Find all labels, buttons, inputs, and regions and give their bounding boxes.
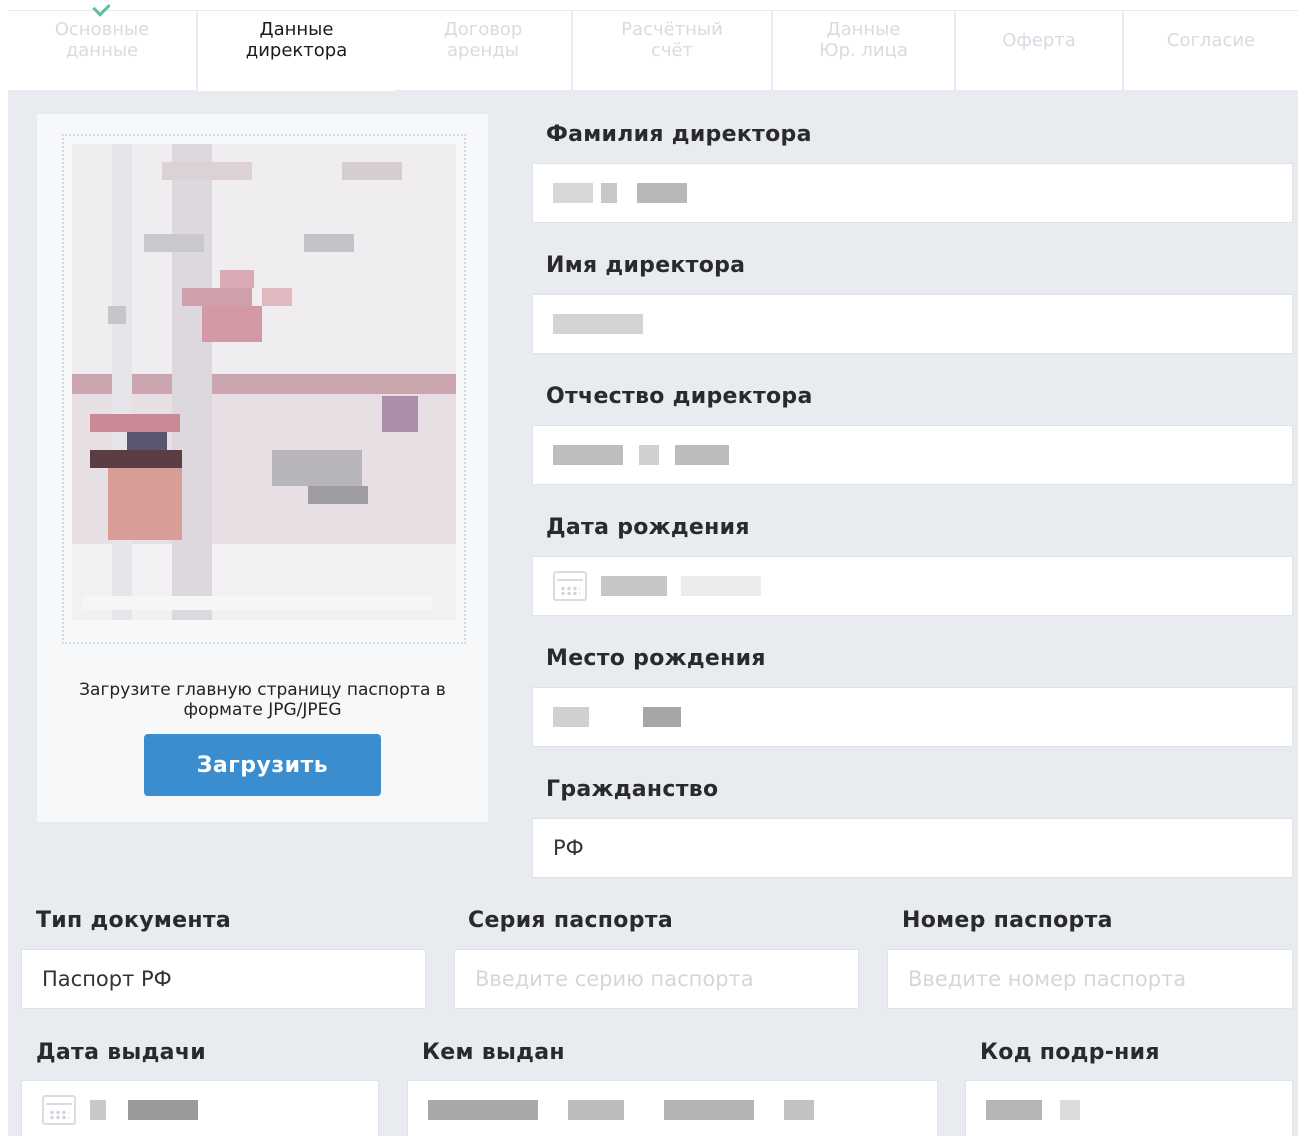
calendar-icon[interactable]: [553, 571, 587, 601]
birth-place-input[interactable]: [532, 687, 1293, 747]
passport-series-label: Серия паспорта: [468, 908, 673, 933]
tab-label: Оферта: [1002, 29, 1076, 51]
citizenship-label: Гражданство: [546, 777, 719, 802]
doc-type-value: Паспорт РФ: [42, 967, 172, 991]
passport-upload-card: Загрузите главную страницу паспорта в фо…: [37, 114, 488, 822]
birth-place-label: Место рождения: [546, 646, 766, 671]
tab-label: Согласие: [1166, 29, 1256, 51]
passport-dropzone[interactable]: [62, 134, 466, 644]
tab-label: Данные директора: [245, 19, 348, 61]
form-area: Загрузите главную страницу паспорта в фо…: [8, 88, 1298, 1136]
tab-bank-account[interactable]: Расчётный счёт: [573, 11, 773, 91]
upload-hint: Загрузите главную страницу паспорта в фо…: [79, 680, 446, 720]
tab-basic-data[interactable]: Основные данные: [8, 11, 198, 91]
passport-preview-image: [72, 144, 456, 620]
citizenship-value: РФ: [553, 836, 584, 860]
step-tabs: Основные данные Данные директора Договор…: [8, 10, 1298, 91]
tab-label: Договор аренды: [443, 19, 523, 61]
calendar-icon[interactable]: [42, 1095, 76, 1125]
birth-date-label: Дата рождения: [546, 515, 750, 540]
passport-number-label: Номер паспорта: [902, 908, 1113, 933]
doc-type-label: Тип документа: [36, 908, 232, 933]
patronymic-input[interactable]: [532, 425, 1293, 485]
passport-number-placeholder: Введите номер паспорта: [908, 967, 1187, 991]
tab-label: Данные Юр. лица: [819, 19, 908, 61]
issue-date-input[interactable]: [21, 1080, 379, 1136]
upload-button[interactable]: Загрузить: [144, 734, 381, 796]
division-code-label: Код подр-ния: [980, 1040, 1160, 1065]
tab-consent[interactable]: Согласие: [1124, 11, 1298, 91]
first-name-label: Имя директора: [546, 253, 746, 278]
tab-label: Основные данные: [54, 19, 150, 61]
tab-offer[interactable]: Оферта: [956, 11, 1124, 91]
division-code-input[interactable]: [965, 1080, 1293, 1136]
passport-series-placeholder: Введите серию паспорта: [475, 967, 754, 991]
doc-type-select[interactable]: Паспорт РФ: [21, 949, 426, 1009]
last-name-input[interactable]: [532, 163, 1293, 223]
tab-lease-agreement[interactable]: Договор аренды: [395, 11, 573, 91]
issued-by-label: Кем выдан: [422, 1040, 565, 1065]
citizenship-input[interactable]: РФ: [532, 818, 1293, 878]
tab-legal-entity[interactable]: Данные Юр. лица: [773, 11, 956, 91]
issued-by-input[interactable]: [407, 1080, 938, 1136]
passport-series-input[interactable]: Введите серию паспорта: [454, 949, 859, 1009]
first-name-input[interactable]: [532, 294, 1293, 354]
check-icon: [92, 0, 114, 15]
issue-date-label: Дата выдачи: [36, 1040, 206, 1065]
passport-number-input[interactable]: Введите номер паспорта: [887, 949, 1293, 1009]
tab-director-data[interactable]: Данные директора: [198, 11, 395, 91]
tab-label: Расчётный счёт: [621, 19, 723, 61]
last-name-label: Фамилия директора: [546, 122, 812, 147]
birth-date-input[interactable]: [532, 556, 1293, 616]
patronymic-label: Отчество директора: [546, 384, 813, 409]
